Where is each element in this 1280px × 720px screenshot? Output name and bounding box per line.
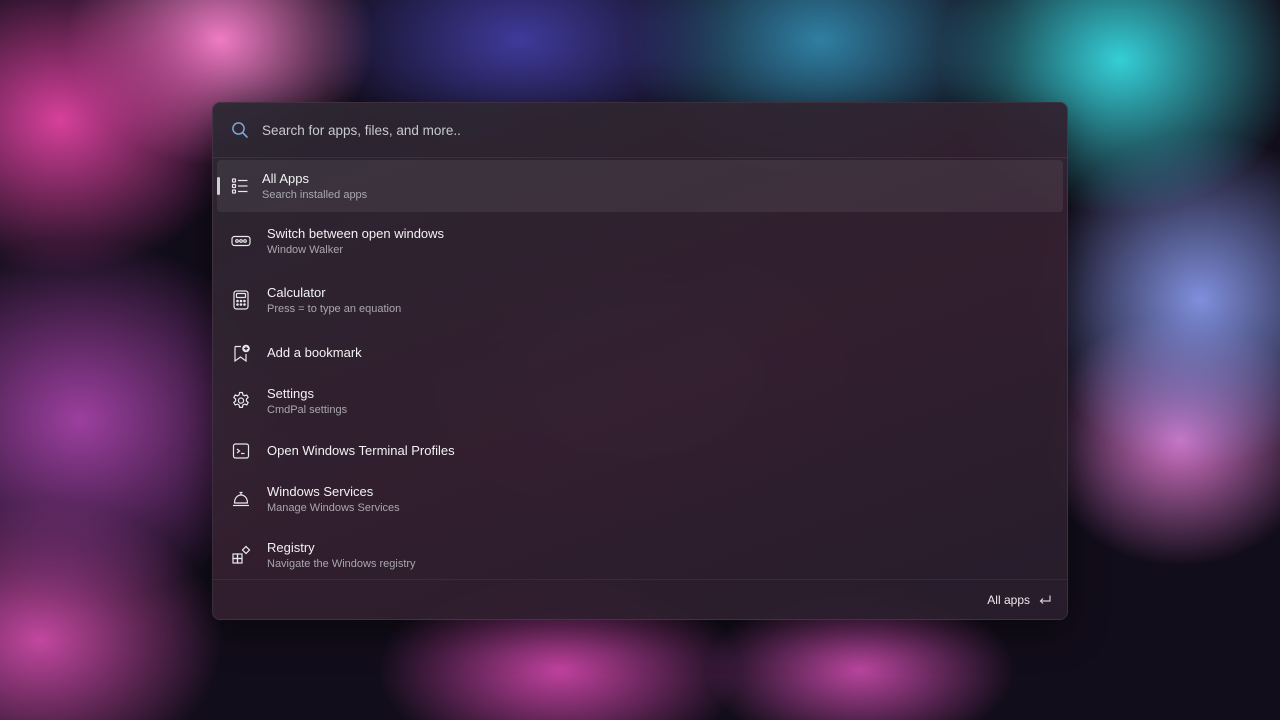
list-item-title: Calculator — [267, 284, 326, 300]
list-icon — [230, 176, 250, 196]
list-item-subtitle: Press = to type an equation — [267, 302, 402, 315]
list-item-text: All Apps Search installed apps — [262, 171, 367, 202]
list-item-registry[interactable]: Registry Navigate the Windows registry — [217, 529, 1063, 581]
list-item-subtitle: Search installed apps — [262, 188, 368, 201]
primary-action-button[interactable]: All apps — [981, 588, 1059, 612]
list-item-terminal-profiles[interactable]: Open Windows Terminal Profiles — [217, 431, 1063, 471]
registry-icon — [231, 545, 251, 565]
list-item-title: All Apps — [262, 170, 309, 186]
list-item-subtitle: CmdPal settings — [267, 403, 348, 416]
gear-icon — [231, 391, 251, 411]
list-item-title: Registry — [267, 539, 315, 555]
list-item-all-apps[interactable]: All Apps Search installed apps — [217, 160, 1063, 212]
search-bar — [213, 103, 1067, 158]
list-item-title: Add a bookmark — [267, 345, 362, 360]
terminal-icon — [231, 441, 251, 461]
service-bell-icon — [231, 489, 251, 509]
list-item-text: Open Windows Terminal Profiles — [267, 443, 455, 459]
bookmark-add-icon — [231, 343, 251, 363]
list-item-calculator[interactable]: Calculator Press = to type an equation — [217, 274, 1063, 326]
list-item-add-bookmark[interactable]: Add a bookmark — [217, 333, 1063, 373]
search-icon — [231, 121, 249, 139]
enter-key-icon — [1037, 592, 1053, 608]
list-item-subtitle: Navigate the Windows registry — [267, 557, 416, 570]
list-item-window-walker[interactable]: Switch between open windows Window Walke… — [217, 215, 1063, 267]
calculator-icon — [231, 290, 251, 310]
search-input[interactable] — [262, 122, 1067, 138]
primary-action-label: All apps — [987, 593, 1030, 607]
list-item-settings[interactable]: Settings CmdPal settings — [217, 375, 1063, 427]
list-item-text: Switch between open windows Window Walke… — [267, 226, 444, 257]
command-palette: All Apps Search installed apps Switch be… — [212, 102, 1068, 620]
list-item-title: Windows Services — [267, 483, 374, 499]
list-item-text: Calculator Press = to type an equation — [267, 285, 401, 316]
command-bar: All apps — [213, 579, 1067, 619]
list-item-text: Windows Services Manage Windows Services — [267, 484, 400, 515]
list-item-subtitle: Manage Windows Services — [267, 501, 400, 514]
list-item-text: Add a bookmark — [267, 345, 362, 361]
list-item-subtitle: Window Walker — [267, 243, 343, 256]
window-switch-icon — [231, 231, 251, 251]
list-item-title: Open Windows Terminal Profiles — [267, 443, 455, 458]
list-item-text: Registry Navigate the Windows registry — [267, 540, 416, 571]
list-item-text: Settings CmdPal settings — [267, 386, 347, 417]
list-item-windows-services[interactable]: Windows Services Manage Windows Services — [217, 473, 1063, 525]
list-item-title: Settings — [267, 385, 314, 401]
list-item-title: Switch between open windows — [267, 225, 445, 241]
selection-indicator — [217, 177, 220, 195]
